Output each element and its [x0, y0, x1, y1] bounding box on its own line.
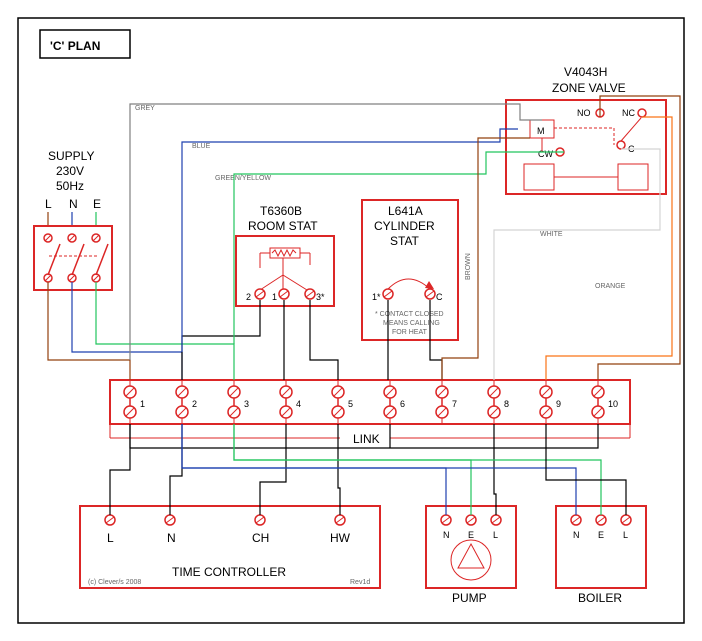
boiler-label: BOILER [578, 591, 622, 605]
svg-text:E: E [598, 530, 604, 540]
strip-terminal-8: 8 [504, 399, 509, 409]
svg-text:* CONTACT CLOSED: * CONTACT CLOSED [375, 311, 444, 318]
svg-text:N: N [167, 531, 176, 545]
supply-l: L [45, 197, 52, 211]
title-box: 'C' PLAN [40, 30, 130, 58]
strip-terminal-6: 6 [400, 399, 405, 409]
wire-label-gy: GREEN/YELLOW [215, 175, 271, 182]
svg-text:MEANS CALLING: MEANS CALLING [383, 320, 440, 327]
svg-text:FOR HEAT: FOR HEAT [392, 329, 428, 336]
svg-text:L: L [623, 530, 628, 540]
supply-label-2: 230V [56, 164, 84, 178]
svg-text:N: N [443, 530, 450, 540]
wire-label-white: WHITE [540, 231, 563, 238]
svg-text:NC: NC [622, 108, 635, 118]
title-text: 'C' PLAN [50, 39, 100, 53]
svg-text:LINK: LINK [353, 432, 380, 446]
strip-terminal-7: 7 [452, 399, 457, 409]
svg-text:CH: CH [252, 531, 269, 545]
room-stat-model: T6360B [260, 204, 302, 218]
supply-label-3: 50Hz [56, 179, 84, 193]
svg-text:1*: 1* [372, 292, 381, 302]
wire-label-grey: GREY [135, 105, 155, 112]
boiler: N E L BOILER [556, 506, 646, 605]
svg-text:(c) Clever/s 2008: (c) Clever/s 2008 [88, 579, 141, 586]
wire-label-brown: BROWN [465, 253, 472, 280]
wire-label-orange: ORANGE [595, 283, 626, 290]
svg-text:2: 2 [246, 292, 251, 302]
strip-terminal-5: 5 [348, 399, 353, 409]
pump: N E L PUMP [426, 506, 516, 605]
cyl-stat-label-2: STAT [390, 234, 420, 248]
strip-terminal-3: 3 [244, 399, 249, 409]
time-controller: L N CH HW TIME CONTROLLER (c) Clever/s 2… [80, 506, 380, 588]
room-stat-box: 2 1 3* [236, 236, 334, 306]
svg-text:L: L [107, 531, 114, 545]
supply-e: E [93, 197, 101, 211]
cyl-stat-label-1: CYLINDER [374, 219, 435, 233]
zone-valve-model: V4043H [564, 65, 607, 79]
strip-terminal-4: 4 [296, 399, 301, 409]
svg-text:E: E [468, 530, 474, 540]
svg-text:M: M [537, 126, 545, 136]
svg-text:C: C [436, 292, 443, 302]
strip-terminal-1: 1 [140, 399, 145, 409]
svg-text:CW: CW [538, 149, 553, 159]
strip-terminal-10: 10 [608, 399, 618, 409]
pump-label: PUMP [452, 591, 487, 605]
terminal-strip: 12345678910 LINK LINK [110, 380, 630, 446]
svg-text:L: L [493, 530, 498, 540]
strip-terminal-9: 9 [556, 399, 561, 409]
strip-terminal-2: 2 [192, 399, 197, 409]
supply-n: N [69, 197, 78, 211]
cyl-stat-model: L641A [388, 204, 423, 218]
svg-text:N: N [573, 530, 580, 540]
svg-text:Rev1d: Rev1d [350, 579, 370, 586]
wire-label-blue: BLUE [192, 143, 211, 150]
svg-text:HW: HW [330, 531, 351, 545]
supply-switch [34, 226, 112, 290]
svg-text:NO: NO [577, 108, 591, 118]
supply-label-1: SUPPLY [48, 149, 94, 163]
zone-valve-label: ZONE VALVE [552, 81, 626, 95]
wiring-diagram: 'C' PLAN SUPPLY 230V 50Hz L N E T6360B R… [0, 0, 702, 641]
time-controller-label: TIME CONTROLLER [172, 565, 286, 579]
room-stat-label: ROOM STAT [248, 219, 318, 233]
zone-valve-box: M NO NC C CW [506, 100, 666, 194]
svg-text:3*: 3* [316, 292, 325, 302]
svg-text:1: 1 [272, 292, 277, 302]
